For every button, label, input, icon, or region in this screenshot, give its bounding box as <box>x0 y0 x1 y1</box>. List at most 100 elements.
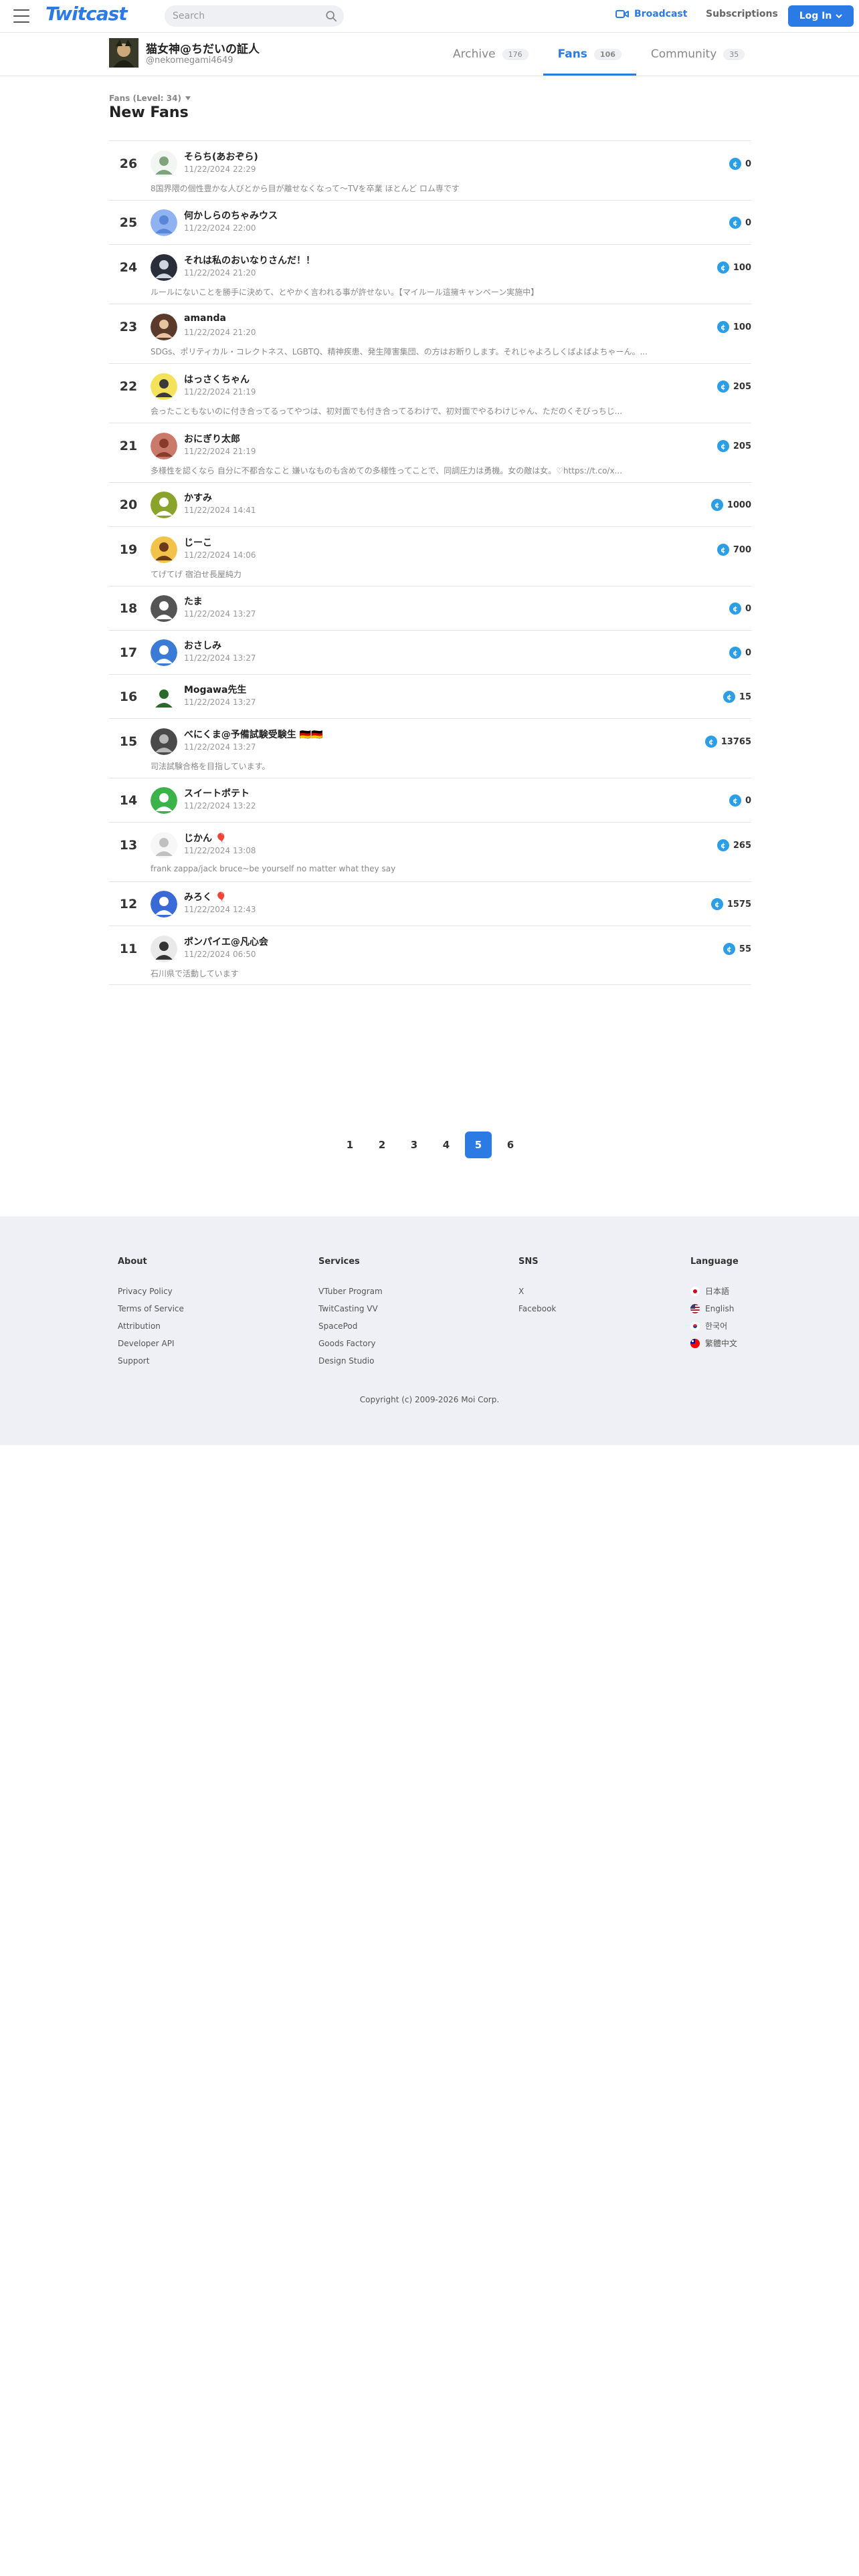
page-button-1[interactable]: 1 <box>337 1132 363 1158</box>
page-button-6[interactable]: 6 <box>497 1132 524 1158</box>
fan-name[interactable]: おにぎり太郎 <box>184 432 240 445</box>
page-button-4[interactable]: 4 <box>433 1132 460 1158</box>
page-button-2[interactable]: 2 <box>369 1132 395 1158</box>
fan-level-dropdown[interactable]: Fans (Level: 34) <box>109 94 191 103</box>
fan-name[interactable]: みろく 🎈 <box>184 890 227 903</box>
fan-row[interactable]: 13 じかん 🎈 11/22/2024 13:08 frank zappa/jack … <box>109 822 751 881</box>
fan-row[interactable]: 26 そらち(あおぞら) 11/22/2024 22:29 8国界隈の個性豊かな人びと… <box>109 140 751 200</box>
fan-date: 11/22/2024 14:06 <box>184 550 256 560</box>
fan-avatar[interactable] <box>151 373 177 400</box>
footer-link-developer-api[interactable]: Developer API <box>118 1335 184 1352</box>
fan-name[interactable]: それは私のおいなりさんだ！！ <box>184 253 315 267</box>
fan-name[interactable]: そらち(あおぞら) <box>184 150 258 163</box>
fan-name[interactable]: ポンパイエ@凡心会 <box>184 935 268 948</box>
footer-link-terms[interactable]: Terms of Service <box>118 1300 184 1317</box>
fan-name[interactable]: じかん 🎈 <box>184 831 227 845</box>
fan-avatar[interactable] <box>151 209 177 236</box>
fan-points: ¢ 15 <box>723 691 751 703</box>
fan-bio: ルールにないことを勝手に決めて、とやかく言われる事が許せない。【マイルール這擁キ… <box>151 288 539 297</box>
fan-avatar[interactable] <box>151 832 177 859</box>
fan-name[interactable]: 何かしらのちゃみウス <box>184 209 278 222</box>
fan-avatar[interactable] <box>151 728 177 755</box>
fan-row[interactable]: 23 amanda 11/22/2024 21:20 SDGs、ポリティカル・コレクト… <box>109 304 751 363</box>
broadcast-label: Broadcast <box>634 9 688 19</box>
footer-link-facebook[interactable]: Facebook <box>518 1300 556 1317</box>
fan-points: ¢ 55 <box>723 943 751 955</box>
fan-row[interactable]: 25 何かしらのちゃみウス 11/22/2024 22:00 ¢ 0 <box>109 200 751 244</box>
footer-link-support[interactable]: Support <box>118 1352 184 1370</box>
footer-heading: About <box>118 1257 147 1267</box>
footer-link-x[interactable]: X <box>518 1283 556 1300</box>
footer-link-goods-factory[interactable]: Goods Factory <box>318 1335 383 1352</box>
fan-name[interactable]: じーこ <box>184 536 212 549</box>
fan-row[interactable]: 17 おさしみ 11/22/2024 13:27 ¢ 0 <box>109 630 751 674</box>
fan-date: 11/22/2024 13:27 <box>184 653 256 663</box>
fan-name[interactable]: Mogawa先生 <box>184 683 246 696</box>
fan-row[interactable]: 15 べにくま@予備試験受験生 🇩🇪🇩🇪 11/22/2024 13:27 司法試験合… <box>109 718 751 778</box>
fan-points: ¢ 0 <box>729 794 751 807</box>
fan-row[interactable]: 22 はっさくちゃん 11/22/2024 21:19 会ったこともないのに付き合って… <box>109 363 751 423</box>
page-button-5[interactable]: 5 <box>465 1132 492 1158</box>
fan-name[interactable]: amanda <box>184 313 226 324</box>
footer-link-vtuber[interactable]: VTuber Program <box>318 1283 383 1300</box>
fan-avatar[interactable] <box>151 314 177 340</box>
login-button[interactable]: Log In <box>788 5 854 27</box>
search-icon[interactable] <box>325 10 337 22</box>
fan-name[interactable]: べにくま@予備試験受験生 🇩🇪🇩🇪 <box>184 728 322 741</box>
page-button-3[interactable]: 3 <box>401 1132 427 1158</box>
fan-name[interactable]: スイートポテト <box>184 786 250 800</box>
search-input[interactable] <box>165 5 344 27</box>
fan-avatar[interactable] <box>151 254 177 281</box>
tab-fans[interactable]: Fans 106 <box>543 33 637 76</box>
footer-link-attribution[interactable]: Attribution <box>118 1317 184 1335</box>
menu-icon[interactable] <box>13 9 29 23</box>
fan-date: 11/22/2024 22:00 <box>184 223 256 233</box>
fan-name[interactable]: はっさくちゃん <box>184 372 250 386</box>
footer-link-spacepod[interactable]: SpacePod <box>318 1317 383 1335</box>
broadcast-button[interactable]: Broadcast <box>615 9 687 19</box>
fan-row[interactable]: 19 じーこ 11/22/2024 14:06 てげてげ 宿泊せ長屋純力 ¢ 700 <box>109 526 751 586</box>
fan-avatar[interactable] <box>151 595 177 622</box>
fan-row[interactable]: 12 みろく 🎈 11/22/2024 12:43 ¢ 1575 <box>109 881 751 926</box>
footer-link-design-studio[interactable]: Design Studio <box>318 1352 383 1370</box>
fan-avatar[interactable] <box>151 639 177 666</box>
fan-avatar[interactable] <box>151 433 177 459</box>
tab-archive[interactable]: Archive 176 <box>438 33 543 76</box>
fan-name[interactable]: たま <box>184 595 203 608</box>
coin-icon: ¢ <box>710 499 723 511</box>
language-korean[interactable]: 한국어 <box>690 1317 739 1335</box>
footer-link-privacy[interactable]: Privacy Policy <box>118 1283 184 1300</box>
footer-link-twitcasting-vv[interactable]: TwitCasting VV <box>318 1300 383 1317</box>
fan-row[interactable]: 20 かすみ 11/22/2024 14:41 ¢ 1000 <box>109 482 751 526</box>
fan-avatar[interactable] <box>151 150 177 177</box>
fan-avatar[interactable] <box>151 936 177 962</box>
fan-avatar[interactable] <box>151 683 177 710</box>
search-box <box>165 5 344 27</box>
subscriptions-link[interactable]: Subscriptions <box>706 9 778 19</box>
fan-avatar[interactable] <box>151 492 177 518</box>
fan-name[interactable]: おさしみ <box>184 639 221 652</box>
fan-points: ¢ 0 <box>729 217 751 229</box>
tab-community[interactable]: Community 35 <box>636 33 759 76</box>
fan-avatar[interactable] <box>151 787 177 814</box>
profile-handle: @nekomegami4649 <box>146 56 233 66</box>
profile-avatar[interactable] <box>109 38 138 68</box>
fan-row[interactable]: 16 Mogawa先生 11/22/2024 13:27 ¢ 15 <box>109 674 751 718</box>
fan-row[interactable]: 18 たま 11/22/2024 13:27 ¢ 0 <box>109 586 751 630</box>
fan-row[interactable]: 11 ポンパイエ@凡心会 11/22/2024 06:50 石川県で活動しています ¢ 5… <box>109 926 751 985</box>
fan-name[interactable]: かすみ <box>184 491 212 504</box>
fan-row[interactable]: 24 それは私のおいなりさんだ！！ 11/22/2024 21:20 ルールにないこと… <box>109 244 751 304</box>
fan-rank: 16 <box>119 689 138 704</box>
fan-points-value: 15 <box>739 691 751 702</box>
fan-row[interactable]: 14 スイートポテト 11/22/2024 13:22 ¢ 0 <box>109 778 751 822</box>
fan-row[interactable]: 21 おにぎり太郎 11/22/2024 21:19 多様性を認くなら 自分に不都合な… <box>109 423 751 482</box>
korea-flag-icon <box>690 1321 700 1331</box>
language-traditional-chinese[interactable]: 繁體中文 <box>690 1335 739 1352</box>
language-english[interactable]: English <box>690 1300 739 1317</box>
fan-avatar[interactable] <box>151 891 177 918</box>
fan-points-value: 100 <box>733 322 751 332</box>
fan-avatar[interactable] <box>151 536 177 563</box>
language-japanese[interactable]: 日本語 <box>690 1283 739 1300</box>
twitcast-logo[interactable]: Twitcast <box>45 3 128 25</box>
footer: About Privacy Policy Terms of Service At… <box>0 1216 859 1445</box>
